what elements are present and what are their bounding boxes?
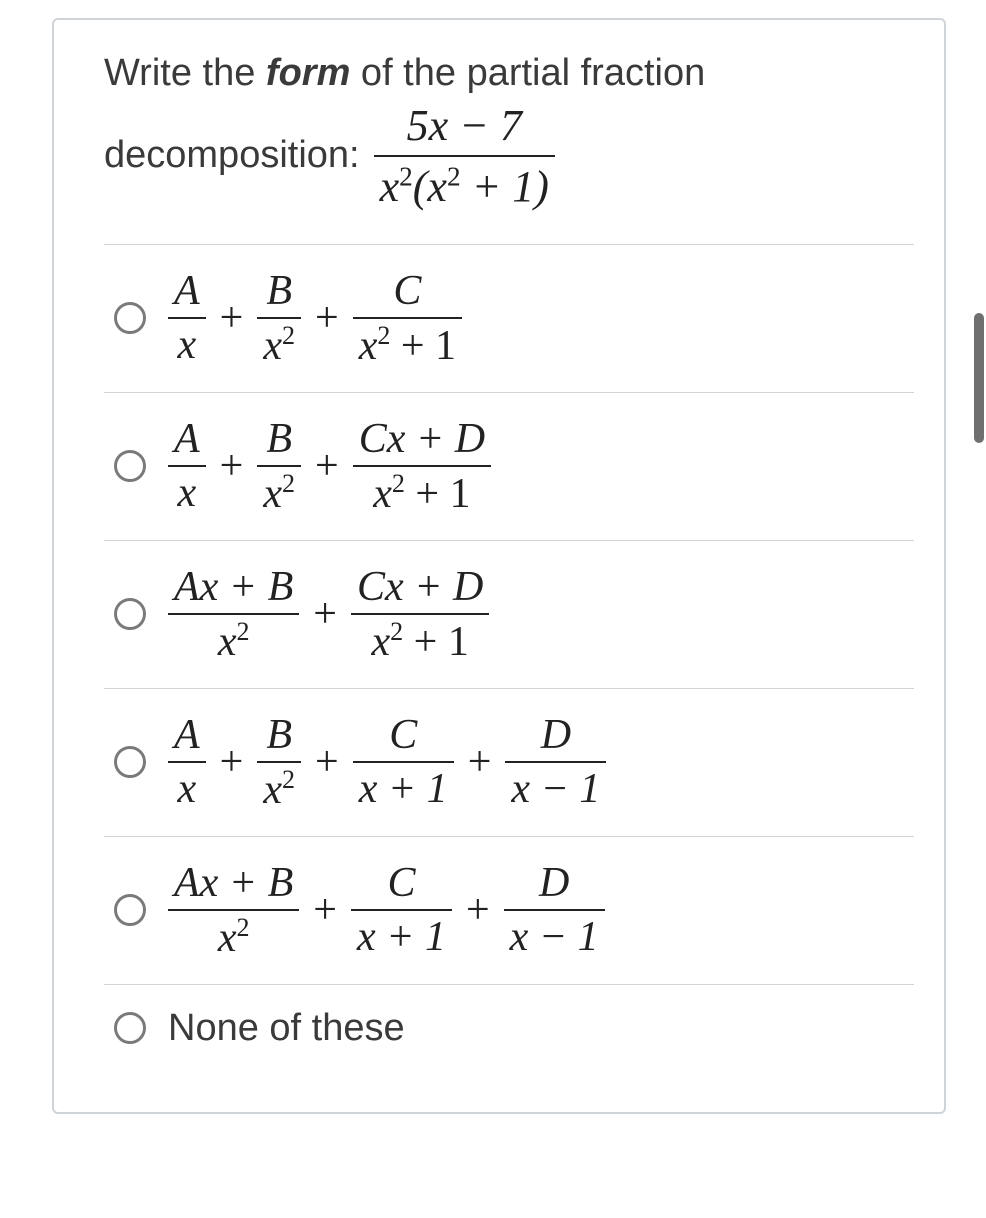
scrollbar-thumb[interactable] (974, 313, 984, 443)
radio-icon[interactable] (114, 598, 146, 630)
options-list: Ax + Bx2 + Cx2 + 1 Ax + Bx2 + Cx + Dx2 +… (104, 244, 914, 1072)
answer-option-5[interactable]: Ax + Bx2 + Cx + 1 + Dx − 1 (104, 837, 914, 985)
numerator: 5x − 7 (401, 98, 528, 153)
prompt-text: Write the (104, 52, 266, 94)
prompt-bold: form (266, 52, 350, 94)
prompt-expression: 5x − 7 x2(x2 + 1) (374, 98, 555, 214)
answer-option-3[interactable]: Ax + Bx2 + Cx + Dx2 + 1 (104, 541, 914, 689)
option-expression: Ax + Bx2 + Cx2 + 1 (168, 267, 462, 370)
option-label: None of these (168, 1007, 405, 1050)
question-card: Write the form of the partial fraction d… (52, 18, 946, 1114)
option-expression: Ax + Bx2 + Cx + 1 + Dx − 1 (168, 859, 605, 962)
answer-option-2[interactable]: Ax + Bx2 + Cx + Dx2 + 1 (104, 393, 914, 541)
denominator: x2(x2 + 1) (374, 159, 555, 214)
answer-option-4[interactable]: Ax + Bx2 + Cx + 1 + Dx − 1 (104, 689, 914, 837)
answer-option-6[interactable]: None of these (104, 985, 914, 1072)
prompt-text: of the partial fraction (350, 52, 705, 94)
radio-icon[interactable] (114, 1012, 146, 1044)
answer-option-1[interactable]: Ax + Bx2 + Cx2 + 1 (104, 245, 914, 393)
question-prompt: Write the form of the partial fraction d… (104, 50, 914, 214)
radio-icon[interactable] (114, 450, 146, 482)
radio-icon[interactable] (114, 746, 146, 778)
radio-icon[interactable] (114, 302, 146, 334)
option-expression: Ax + Bx2 + Cx + 1 + Dx − 1 (168, 711, 606, 814)
option-expression: Ax + Bx2 + Cx + Dx2 + 1 (168, 563, 489, 666)
prompt-text: decomposition: (104, 132, 360, 180)
radio-icon[interactable] (114, 894, 146, 926)
option-expression: Ax + Bx2 + Cx + Dx2 + 1 (168, 415, 491, 518)
